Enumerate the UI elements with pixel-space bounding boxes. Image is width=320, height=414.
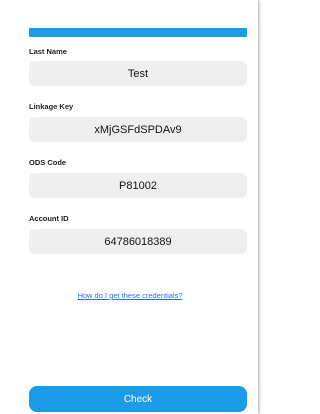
last-name-label: Last Name xyxy=(29,47,67,56)
linkage-key-field[interactable]: xMjGSFdSPDAv9 xyxy=(29,117,247,142)
credentials-help-link[interactable]: How do I get these credentials? xyxy=(0,291,260,300)
app-screen: Last Name Test Linkage Key xMjGSFdSPDAv9… xyxy=(0,0,258,414)
ods-code-label: ODS Code xyxy=(29,158,67,167)
previous-field-edge xyxy=(29,28,247,37)
last-name-field[interactable]: Test xyxy=(29,61,247,86)
ods-code-field[interactable]: P81002 xyxy=(29,173,247,198)
account-id-field[interactable]: 64786018389 xyxy=(29,229,247,254)
check-button[interactable]: Check xyxy=(29,386,247,412)
account-id-label: Account ID xyxy=(29,214,69,223)
linkage-key-label: Linkage Key xyxy=(29,102,74,111)
